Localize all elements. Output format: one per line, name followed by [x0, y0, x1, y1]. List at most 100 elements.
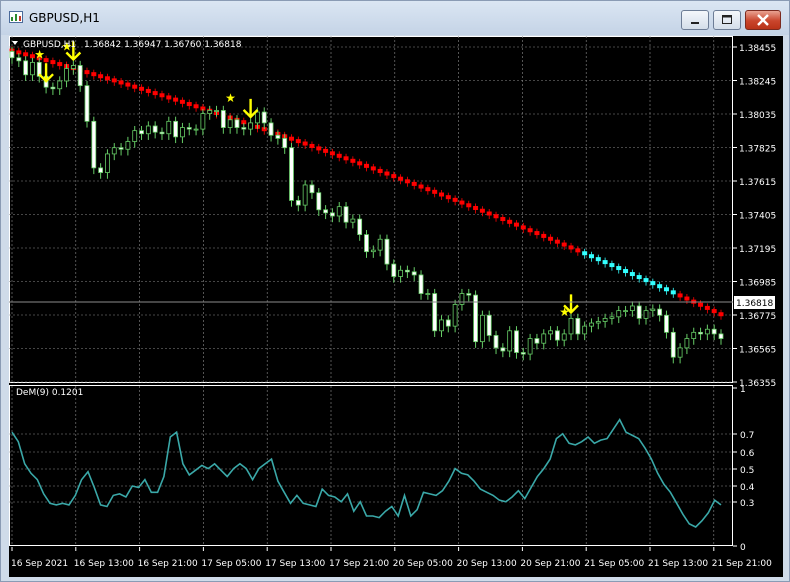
minimize-button[interactable]	[681, 10, 709, 30]
bull-candle[interactable]	[589, 322, 594, 327]
bear-candle[interactable]	[84, 85, 90, 122]
bull-candle[interactable]	[548, 330, 553, 335]
bear-candle[interactable]	[636, 305, 642, 319]
bear-candle[interactable]	[384, 238, 390, 265]
bear-candle[interactable]	[275, 134, 281, 139]
bull-candle[interactable]	[479, 314, 485, 343]
bull-candle[interactable]	[193, 128, 199, 131]
bull-candle[interactable]	[459, 293, 465, 305]
bull-candle[interactable]	[248, 122, 254, 130]
bull-candle[interactable]	[70, 65, 76, 69]
candlestick-chart[interactable]: ★★★★ 1.384551.382451.380351.378251.37615…	[9, 36, 783, 577]
bear-candle[interactable]	[16, 57, 22, 62]
bear-candle[interactable]	[445, 319, 451, 327]
bull-candle[interactable]	[125, 141, 131, 150]
bull-candle[interactable]	[602, 317, 608, 322]
bear-candle[interactable]	[50, 86, 56, 90]
bear-candle[interactable]	[343, 206, 349, 223]
bear-candle[interactable]	[186, 127, 192, 130]
bull-candle[interactable]	[227, 119, 233, 128]
bull-candle[interactable]	[255, 111, 260, 124]
bull-candle[interactable]	[398, 269, 403, 277]
bull-candle[interactable]	[541, 333, 547, 344]
bear-candle[interactable]	[295, 200, 301, 206]
close-button[interactable]	[745, 10, 781, 30]
bear-candle[interactable]	[670, 331, 676, 358]
bull-candle[interactable]	[145, 125, 151, 135]
bear-candle[interactable]	[432, 293, 438, 332]
bear-candle[interactable]	[98, 167, 104, 173]
bear-candle[interactable]	[357, 218, 363, 236]
bear-candle[interactable]	[330, 212, 335, 217]
maximize-button[interactable]	[713, 10, 741, 30]
bull-candle[interactable]	[302, 184, 308, 206]
bear-candle[interactable]	[316, 192, 322, 211]
bull-candle[interactable]	[643, 310, 649, 319]
bear-candle[interactable]	[486, 314, 492, 336]
bull-candle[interactable]	[30, 61, 35, 76]
bull-candle[interactable]	[64, 68, 69, 82]
bull-candle[interactable]	[677, 347, 683, 358]
bear-candle[interactable]	[520, 352, 526, 355]
bear-candle[interactable]	[139, 130, 144, 135]
bear-candle[interactable]	[493, 335, 499, 349]
bear-candle[interactable]	[534, 338, 540, 344]
bull-candle[interactable]	[377, 238, 383, 251]
bull-candle[interactable]	[439, 319, 444, 332]
bull-candle[interactable]	[425, 293, 431, 295]
bear-candle[interactable]	[118, 147, 124, 150]
bull-candle[interactable]	[200, 113, 206, 130]
bear-candle[interactable]	[91, 120, 97, 169]
bull-candle[interactable]	[609, 316, 615, 319]
bull-candle[interactable]	[582, 325, 588, 335]
bull-candle[interactable]	[180, 127, 185, 138]
bull-candle[interactable]	[527, 338, 533, 355]
bull-candle[interactable]	[561, 333, 567, 341]
bear-candle[interactable]	[514, 330, 519, 353]
bear-candle[interactable]	[418, 274, 424, 294]
bear-candle[interactable]	[159, 131, 165, 135]
bull-candle[interactable]	[57, 80, 63, 90]
bear-candle[interactable]	[9, 51, 15, 59]
bear-candle[interactable]	[268, 122, 274, 136]
bear-candle[interactable]	[405, 269, 410, 273]
bear-candle[interactable]	[220, 110, 226, 128]
bull-candle[interactable]	[207, 110, 213, 114]
window-titlebar[interactable]: GBPUSD,H1	[1, 1, 789, 35]
chart-menu-triangle-icon[interactable]	[12, 41, 18, 45]
bear-candle[interactable]	[657, 308, 663, 316]
bear-candle[interactable]	[23, 60, 29, 76]
bull-candle[interactable]	[691, 331, 697, 339]
bear-candle[interactable]	[289, 147, 294, 201]
bear-candle[interactable]	[77, 65, 83, 87]
bear-candle[interactable]	[241, 127, 247, 130]
bull-candle[interactable]	[336, 206, 342, 217]
bear-candle[interactable]	[698, 331, 703, 335]
bull-candle[interactable]	[507, 330, 513, 352]
bull-candle[interactable]	[595, 321, 601, 324]
bear-candle[interactable]	[309, 184, 315, 194]
bear-candle[interactable]	[152, 125, 158, 133]
bear-candle[interactable]	[391, 263, 397, 277]
bear-candle[interactable]	[500, 347, 506, 352]
bear-candle[interactable]	[466, 293, 472, 296]
bull-candle[interactable]	[650, 308, 656, 312]
bull-candle[interactable]	[568, 317, 574, 335]
bull-candle[interactable]	[623, 310, 628, 313]
bull-candle[interactable]	[132, 130, 138, 142]
bear-candle[interactable]	[554, 330, 560, 341]
bear-candle[interactable]	[664, 314, 669, 333]
bull-candle[interactable]	[684, 338, 690, 349]
chart-area[interactable]: ★ ★ ★ ★ 1.38455 1.38245 1.38035 1.37825 1.37615…	[9, 36, 783, 577]
bull-candle[interactable]	[370, 249, 376, 253]
bear-candle[interactable]	[711, 328, 717, 335]
bull-candle[interactable]	[616, 310, 622, 318]
bear-candle[interactable]	[575, 317, 581, 335]
bull-candle[interactable]	[214, 110, 219, 112]
bear-candle[interactable]	[282, 138, 288, 149]
bear-candle[interactable]	[411, 271, 417, 276]
bear-candle[interactable]	[323, 209, 328, 214]
bear-candle[interactable]	[364, 234, 369, 253]
bull-candle[interactable]	[350, 218, 356, 223]
bear-candle[interactable]	[718, 333, 724, 339]
